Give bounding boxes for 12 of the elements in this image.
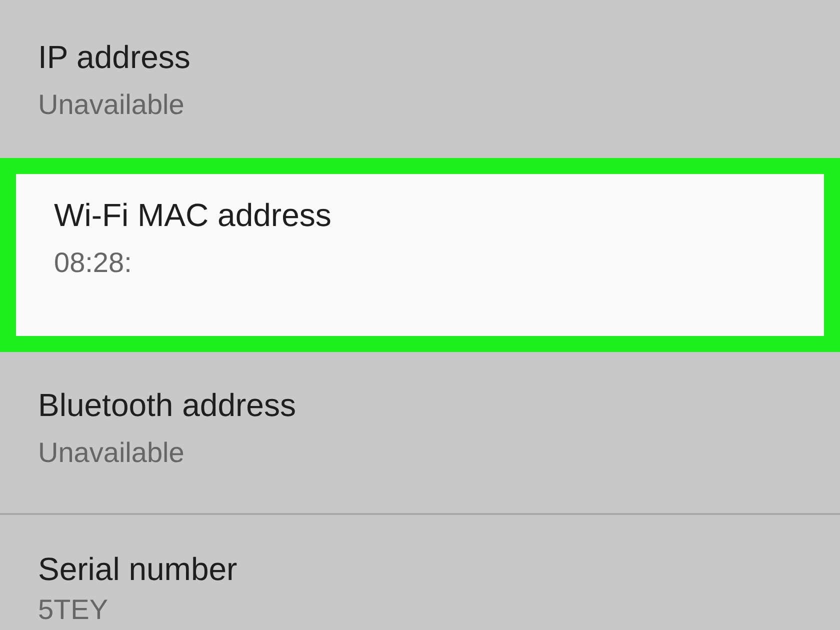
setting-item[interactable]: Serial number 5TEY (0, 515, 840, 630)
setting-title: Wi-Fi MAC address (54, 196, 332, 235)
setting-title: Bluetooth address (38, 386, 296, 425)
setting-item[interactable]: IP address Unavailable (0, 0, 840, 158)
setting-item[interactable]: Bluetooth address Unavailable (0, 352, 840, 515)
highlighted-setting-item[interactable]: Wi-Fi MAC address 08:28: (0, 158, 840, 352)
setting-value: Unavailable (38, 436, 184, 470)
setting-value: 5TEY (38, 593, 108, 627)
setting-title: Serial number (38, 550, 238, 589)
setting-value: Unavailable (38, 88, 184, 122)
setting-value: 08:28: (54, 246, 132, 280)
setting-title: IP address (38, 38, 190, 77)
